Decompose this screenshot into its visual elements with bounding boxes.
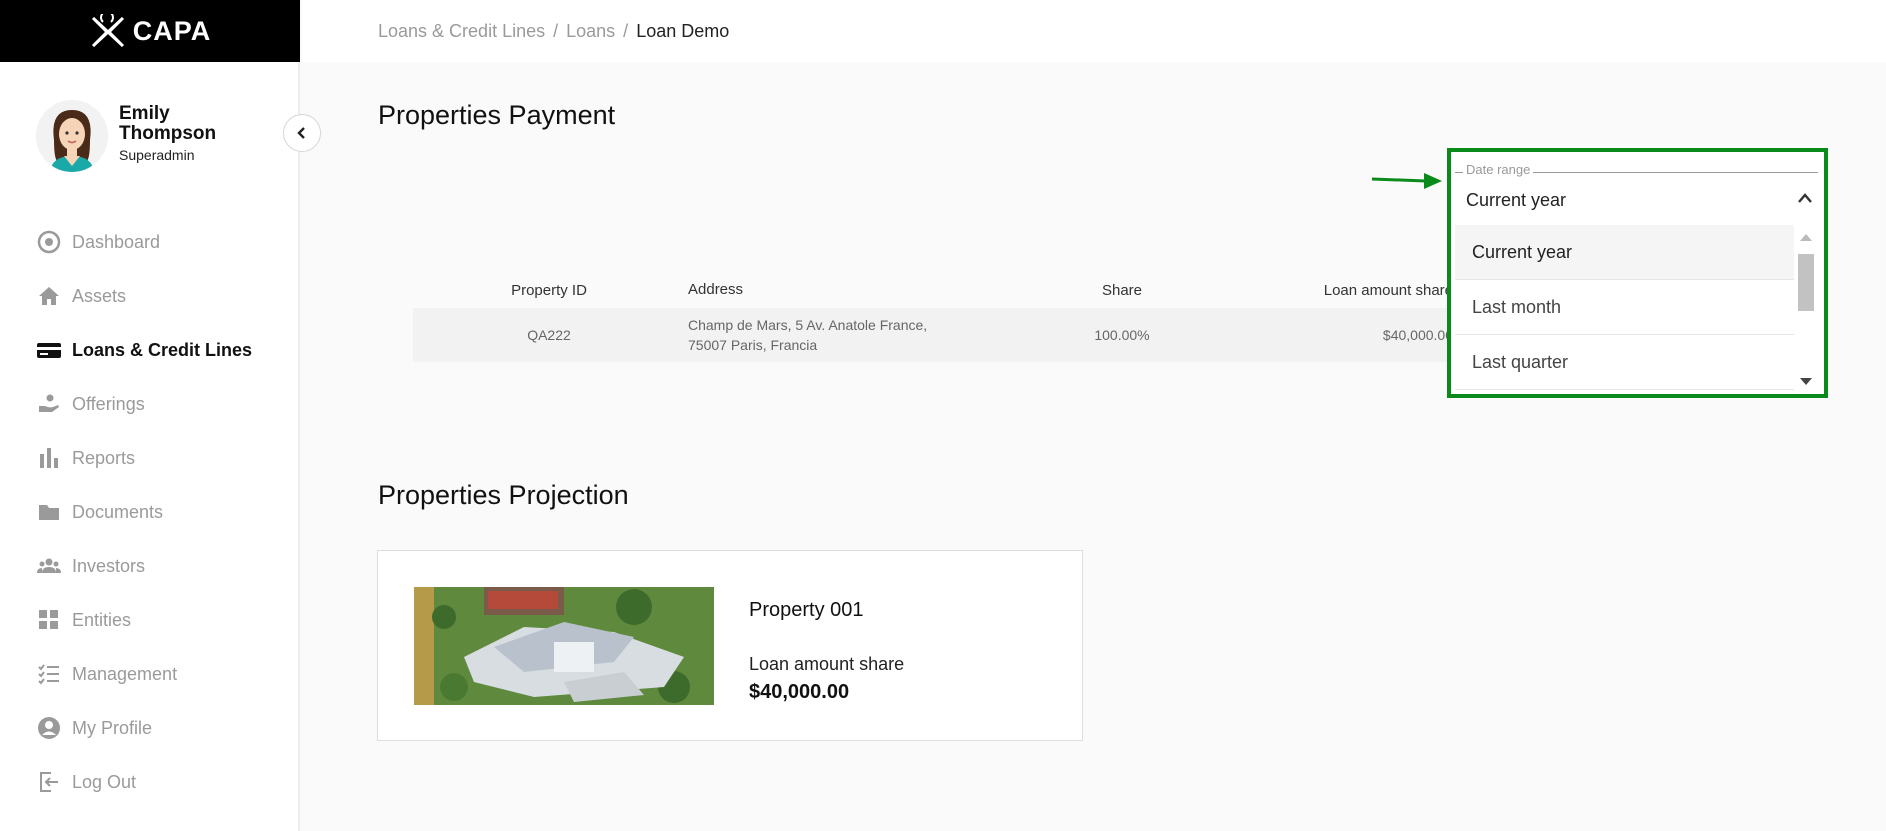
sidebar-item-reports[interactable]: Reports xyxy=(36,431,252,485)
logo-text: CAPA xyxy=(132,15,212,46)
cell-address: Champ de Mars, 5 Av. Anatole France, 750… xyxy=(688,317,928,353)
payment-table: Property ID Address Share Loan amount sh… xyxy=(413,272,1463,362)
loan-amount-share-value: $40,000.00 xyxy=(749,681,850,703)
sidebar-item-investors[interactable]: Investors xyxy=(36,539,252,593)
sidebar-item-my-profile[interactable]: My Profile xyxy=(36,701,252,755)
sidebar-item-label: Offerings xyxy=(72,393,145,414)
sidebar-item-label: Log Out xyxy=(72,771,137,792)
dropdown-scrollbar[interactable] xyxy=(1796,232,1816,392)
breadcrumb-link-loans-credit-lines[interactable]: Loans & Credit Lines xyxy=(378,21,545,42)
scroll-down-icon[interactable] xyxy=(1800,378,1812,385)
sidebar: CAPA Emily Thompson Superadmin Dashboard… xyxy=(0,0,300,831)
folder-icon xyxy=(36,499,62,525)
chevron-left-icon xyxy=(297,127,305,139)
chevron-up-icon[interactable] xyxy=(1795,188,1815,208)
breadcrumb-link-loans[interactable]: Loans xyxy=(566,21,615,42)
dashboard-icon xyxy=(36,229,62,255)
group-icon xyxy=(36,553,62,579)
table-row[interactable]: QA222 Champ de Mars, 5 Av. Anatole Franc… xyxy=(413,308,1463,362)
property-image xyxy=(414,587,714,705)
sidebar-item-label: My Profile xyxy=(72,717,153,738)
option-last-quarter[interactable]: Last quarter xyxy=(1455,335,1794,390)
cell-share: 100.00% xyxy=(1094,327,1150,343)
user-profile: Emily Thompson Superadmin xyxy=(36,100,229,172)
hand-coin-icon xyxy=(36,391,62,417)
payment-section-title: Properties Payment xyxy=(378,100,616,130)
option-current-year[interactable]: Current year xyxy=(1455,225,1794,280)
sidebar-item-offerings[interactable]: Offerings xyxy=(36,377,252,431)
sidebar-item-loans[interactable]: Loans & Credit Lines xyxy=(36,323,252,377)
bar-chart-icon xyxy=(36,445,62,471)
home-icon xyxy=(36,283,62,309)
sidebar-item-log-out[interactable]: Log Out xyxy=(36,755,252,809)
sidebar-item-label: Documents xyxy=(72,501,164,522)
option-last-month[interactable]: Last month xyxy=(1455,280,1794,335)
sidebar-item-management[interactable]: Management xyxy=(36,647,252,701)
user-name: Emily Thompson xyxy=(119,103,217,144)
sidebar-item-label: Entities xyxy=(72,609,132,630)
column-header[interactable]: Address xyxy=(685,280,958,300)
date-range-select[interactable]: Current year xyxy=(1466,190,1566,211)
scroll-up-icon[interactable] xyxy=(1800,234,1812,241)
logout-icon xyxy=(36,769,62,795)
column-header[interactable]: Loan amount share xyxy=(1286,282,1463,299)
column-header[interactable]: Share xyxy=(958,282,1286,299)
projection-section-title: Properties Projection xyxy=(378,480,629,510)
property-card[interactable]: Property 001 Loan amount share $40,000.0… xyxy=(377,550,1083,741)
checklist-icon xyxy=(36,661,62,687)
sidebar-item-dashboard[interactable]: Dashboard xyxy=(36,215,252,269)
avatar xyxy=(36,100,108,172)
sidebar-item-label: Loans & Credit Lines xyxy=(72,339,253,360)
sidebar-item-entities[interactable]: Entities xyxy=(36,593,252,647)
annotation-arrow-icon xyxy=(1371,173,1442,189)
sidebar-nav: Dashboard Assets Loans & Credit Lines Of… xyxy=(36,215,252,809)
sidebar-item-assets[interactable]: Assets xyxy=(36,269,252,323)
logo-bar[interactable]: CAPA xyxy=(0,0,300,62)
sidebar-item-label: Reports xyxy=(72,447,136,468)
date-range-dropdown: Date range Current year Current year Las… xyxy=(1447,148,1828,398)
cell-loan-amount-share: $40,000.00 xyxy=(1382,327,1453,343)
date-range-options: Current year Last month Last quarter xyxy=(1455,225,1794,390)
sidebar-item-label: Management xyxy=(72,663,178,684)
scrollbar-thumb[interactable] xyxy=(1798,254,1814,311)
user-role: Superadmin xyxy=(119,147,195,163)
cell-property-id: QA222 xyxy=(527,327,571,343)
column-header[interactable]: Property ID xyxy=(413,282,685,299)
breadcrumb: Loans & Credit Lines / Loans / Loan Demo xyxy=(302,0,1886,62)
breadcrumb-current: Loan Demo xyxy=(636,20,730,41)
loan-amount-share-label: Loan amount share xyxy=(749,654,905,674)
sidebar-item-label: Assets xyxy=(72,285,127,306)
table-header: Property ID Address Share Loan amount sh… xyxy=(413,272,1463,308)
user-circle-icon xyxy=(36,715,62,741)
sidebar-item-documents[interactable]: Documents xyxy=(36,485,252,539)
sidebar-item-label: Investors xyxy=(72,555,146,576)
date-range-label: Date range xyxy=(1463,162,1534,177)
sidebar-item-label: Dashboard xyxy=(72,231,161,252)
property-title: Property 001 xyxy=(749,599,864,621)
credit-card-icon xyxy=(36,337,62,363)
breadcrumb-separator: / xyxy=(553,20,559,41)
collapse-sidebar-button[interactable] xyxy=(283,114,321,152)
capa-logo-icon xyxy=(91,14,124,48)
breadcrumb-separator: / xyxy=(623,20,629,41)
grid-icon xyxy=(36,607,62,633)
